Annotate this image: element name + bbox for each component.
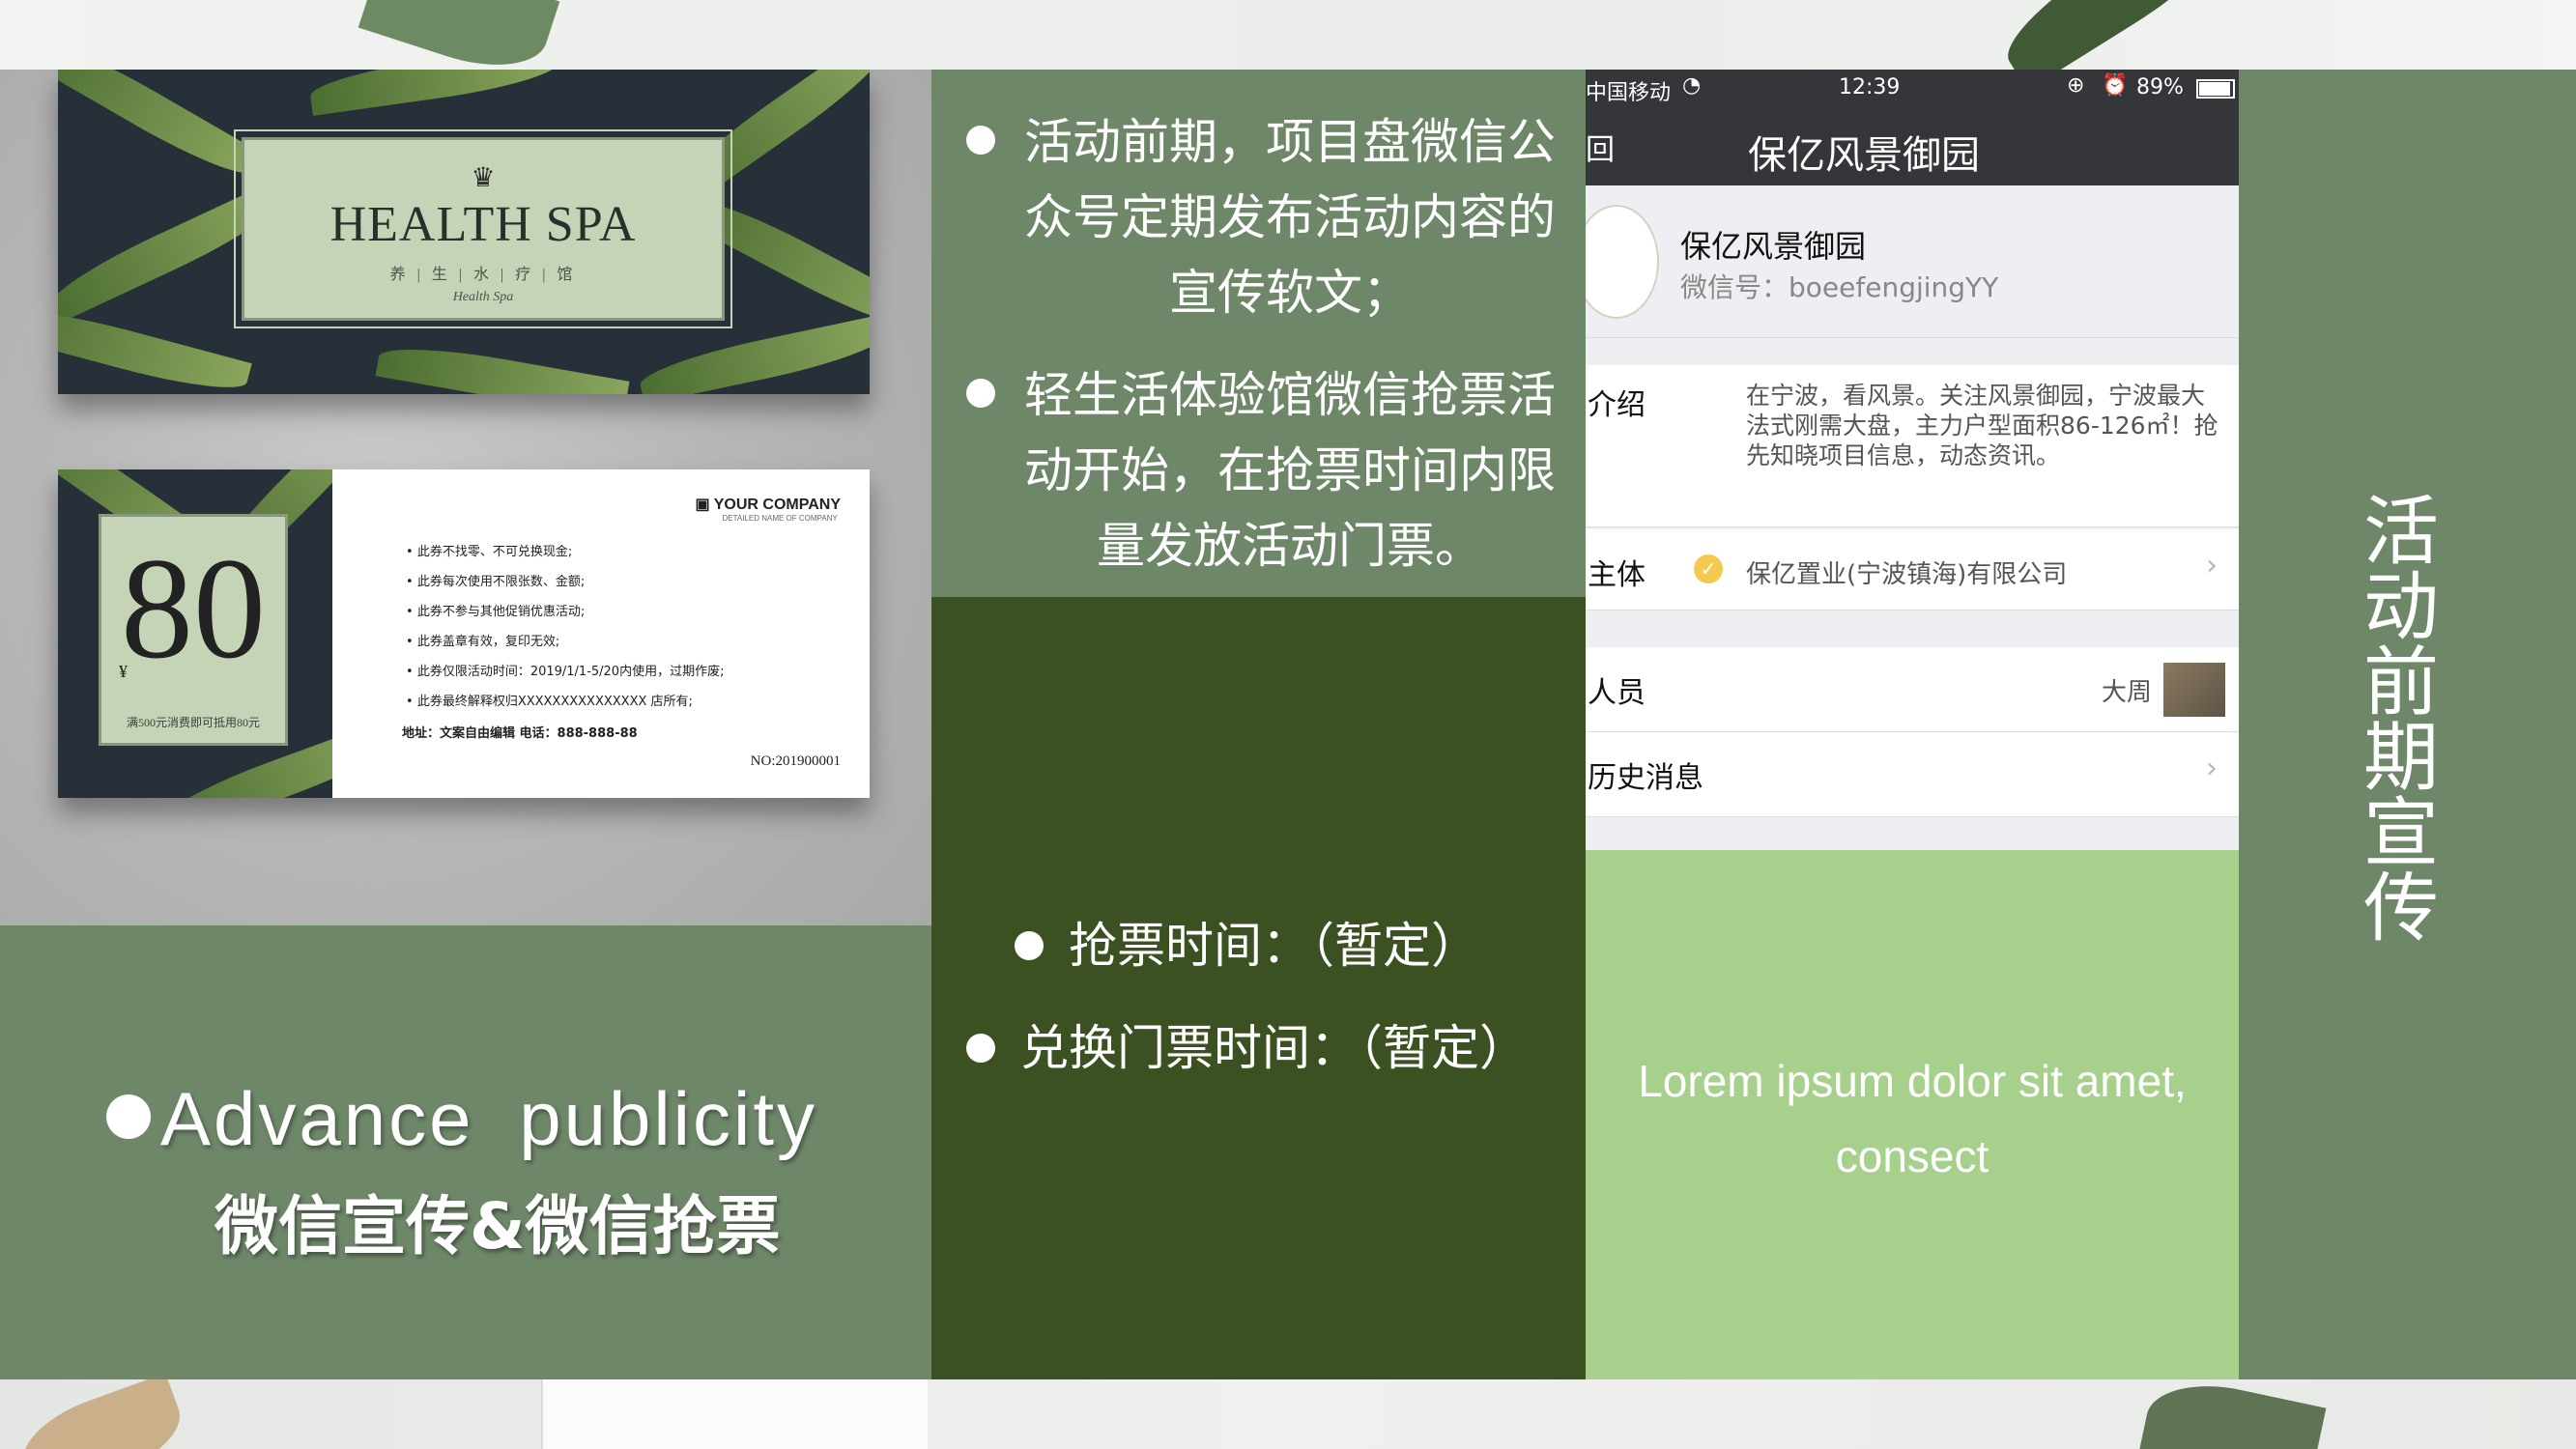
lorem-line: consect bbox=[1835, 1131, 1989, 1181]
leaf-decoration bbox=[358, 0, 560, 70]
voucher-address: 地址：文案自由编辑 电话：888-888-88 bbox=[402, 726, 638, 741]
value-note: 满500元消费即可抵用80元 bbox=[126, 716, 260, 729]
rule-item: 此券仅限活动时间：2019/1/1-5/20内使用，过期作废; bbox=[406, 657, 725, 687]
crown-icon: ♛ bbox=[471, 163, 496, 193]
intro-text: 在宁波，看风景。关注风景御园，宁波最大法式刚需大盘，主力户型面积86-126㎡！… bbox=[1746, 382, 2218, 469]
bullet-3: 抢票时间：（暂定） bbox=[1069, 918, 1479, 974]
staff-avatar bbox=[2163, 663, 2225, 717]
voucher-subtitle: 养 | 生 | 水 | 疗 | 馆 bbox=[389, 267, 577, 283]
frond bbox=[375, 337, 630, 394]
frond bbox=[58, 298, 252, 394]
frond bbox=[307, 70, 562, 116]
account-card[interactable]: 保亿风景御园 微信号：boeefengjingYY bbox=[1586, 185, 2239, 338]
back-button[interactable]: 回 bbox=[1586, 126, 1615, 168]
company-name: YOUR COMPANY bbox=[713, 497, 841, 513]
alarm-icon: ⏰ bbox=[2102, 73, 2129, 98]
bottom-backdrop bbox=[0, 1379, 2576, 1449]
frond bbox=[636, 314, 870, 394]
company-icon: ▣ bbox=[695, 497, 714, 513]
voucher-back-pattern: 80 ¥ 满500元消费即可抵用80元 bbox=[58, 469, 332, 798]
voucher-value: 80 bbox=[121, 528, 266, 689]
history-row[interactable]: 历史消息 › bbox=[1586, 732, 2239, 817]
voucher-title: HEALTH SPA bbox=[329, 197, 637, 252]
battery-percent: 89% bbox=[2136, 75, 2184, 99]
leaf-decoration bbox=[2137, 1379, 2327, 1449]
staff-label: 人员 bbox=[1588, 676, 1646, 710]
book-decoration bbox=[541, 1379, 928, 1449]
voucher-rules: 此券不找零、不可兑换现金; 此券每次使用不限张数、金额; 此券不参与其他促销优惠… bbox=[406, 537, 725, 717]
bullet-2-line: 量发放活动门票。 bbox=[1097, 518, 1483, 574]
phone-status-bar: 中国移动 ◔ 12:39 ⊕ ⏰ 89% bbox=[1586, 70, 2239, 108]
bullet-1: 活动前期，项目盘微信公 众号定期发布活动内容的 宣传软文； bbox=[1015, 104, 1565, 330]
nav-title: 保亿风景御园 bbox=[1748, 133, 1980, 178]
intro-row: 介绍 在宁波，看风景。关注风景御园，宁波最大法式刚需大盘，主力户型面积86-12… bbox=[1586, 365, 2239, 527]
wifi-icon: ◔ bbox=[1682, 73, 1702, 98]
account-avatar bbox=[1586, 205, 1659, 319]
subject-value: 保亿置业(宁波镇海)有限公司 bbox=[1746, 560, 2068, 589]
chevron-right-icon: › bbox=[2206, 752, 2218, 785]
middle-bottom-panel: 抢票时间：（暂定） 兑换门票时间：（暂定） bbox=[931, 597, 1586, 1379]
bullet-dot bbox=[966, 126, 995, 155]
bullet-1-line: 活动前期，项目盘微信公 bbox=[1024, 114, 1556, 170]
bullet-dot bbox=[966, 1034, 995, 1063]
voucher-front: ♛ HEALTH SPA 养 | 生 | 水 | 疗 | 馆 Health Sp… bbox=[58, 70, 870, 394]
account-wechat-id: 微信号：boeefengjingYY bbox=[1680, 271, 1999, 303]
chevron-right-icon: › bbox=[2206, 549, 2218, 582]
currency-symbol: ¥ bbox=[119, 662, 128, 681]
bullet-dot bbox=[966, 379, 995, 408]
voucher-script: Health Spa bbox=[452, 290, 514, 304]
middle-top-panel: 活动前期，项目盘微信公 众号定期发布活动内容的 宣传软文； 轻生活体验馆微信抢票… bbox=[931, 70, 1586, 597]
phone-nav-bar: 回 保亿风景御园 bbox=[1586, 108, 2239, 185]
english-caption-text: Advance publicity bbox=[160, 1076, 818, 1161]
bullet-2-line: 动开始，在抢票时间内限 bbox=[1024, 442, 1556, 498]
account-name: 保亿风景御园 bbox=[1680, 228, 1867, 265]
chinese-caption: 微信宣传&微信抢票 bbox=[215, 1189, 781, 1264]
rule-item: 此券不参与其他促销优惠活动; bbox=[406, 597, 724, 627]
staff-value: 大周 bbox=[2101, 678, 2152, 707]
status-time: 12:39 bbox=[1839, 75, 1901, 99]
rule-item: 此券每次使用不限张数、金额; bbox=[406, 567, 724, 597]
battery-icon bbox=[2196, 79, 2235, 99]
voucher-label: ♛ HEALTH SPA 养 | 生 | 水 | 疗 | 馆 Health Sp… bbox=[234, 129, 732, 328]
company-subname: DETAILED NAME OF COMPANY bbox=[722, 514, 838, 523]
subject-label: 主体 bbox=[1588, 558, 1646, 592]
company-logo: ▣ YOUR COMPANY DETAILED NAME OF COMPANY bbox=[695, 495, 841, 523]
bullet-1-line: 宣传软文； bbox=[1169, 265, 1411, 321]
rule-item: 此券最终解释权归XXXXXXXXXXXXXXX 店所有; bbox=[406, 687, 724, 717]
frond bbox=[58, 70, 264, 188]
lorem-line: Lorem ipsum dolor sit amet, bbox=[1638, 1056, 2187, 1106]
lorem-panel: Lorem ipsum dolor sit amet, consect bbox=[1586, 850, 2239, 1379]
carrier: 中国移动 bbox=[1586, 81, 1672, 105]
bullet-1-line: 众号定期发布活动内容的 bbox=[1024, 189, 1556, 245]
leaf-decoration bbox=[1991, 0, 2241, 70]
top-backdrop bbox=[0, 0, 2576, 70]
value-box: 80 ¥ 满500元消费即可抵用80元 bbox=[99, 514, 288, 746]
bullet-2-line: 轻生活体验馆微信抢票活 bbox=[1024, 367, 1556, 423]
bullet-2: 轻生活体验馆微信抢票活 动开始，在抢票时间内限 量发放活动门票。 bbox=[1015, 357, 1565, 583]
right-title-panel: 活动前期宣传 bbox=[2239, 70, 2576, 1379]
bullet-4: 兑换门票时间：（暂定） bbox=[1020, 1020, 1528, 1076]
staff-row[interactable]: 人员 大周 bbox=[1586, 647, 2239, 732]
bullet-dot bbox=[106, 1094, 151, 1139]
left-caption-panel: Advance publicity 微信宣传&微信抢票 bbox=[0, 925, 931, 1379]
subject-row[interactable]: 主体 ✓ 保亿置业(宁波镇海)有限公司 › bbox=[1586, 529, 2239, 611]
voucher-number: NO:201900001 bbox=[750, 753, 841, 769]
lorem-text: Lorem ipsum dolor sit amet, consect bbox=[1615, 1043, 2210, 1194]
rule-item: 此券盖章有效，复印无效; bbox=[406, 627, 724, 657]
voucher-photo: ♛ HEALTH SPA 养 | 生 | 水 | 疗 | 馆 Health Sp… bbox=[0, 70, 931, 925]
phone-screenshot: 中国移动 ◔ 12:39 ⊕ ⏰ 89% 回 保亿风景御园 保亿风景御园 微信号… bbox=[1586, 70, 2239, 850]
rule-item: 此券不找零、不可兑换现金; bbox=[406, 537, 724, 567]
verified-icon: ✓ bbox=[1694, 554, 1723, 583]
intro-label: 介绍 bbox=[1588, 388, 1646, 422]
leaf-decoration bbox=[11, 1379, 192, 1449]
lock-rotation-icon: ⊕ bbox=[2067, 73, 2085, 98]
english-caption: Advance publicity bbox=[106, 1075, 817, 1163]
voucher-back: 80 ¥ 满500元消费即可抵用80元 ▣ YOUR COMPANY DETAI… bbox=[58, 469, 870, 798]
vertical-title: 活动前期宣传 bbox=[2362, 489, 2439, 952]
bullet-dot bbox=[1015, 931, 1044, 960]
history-label: 历史消息 bbox=[1588, 761, 1703, 795]
